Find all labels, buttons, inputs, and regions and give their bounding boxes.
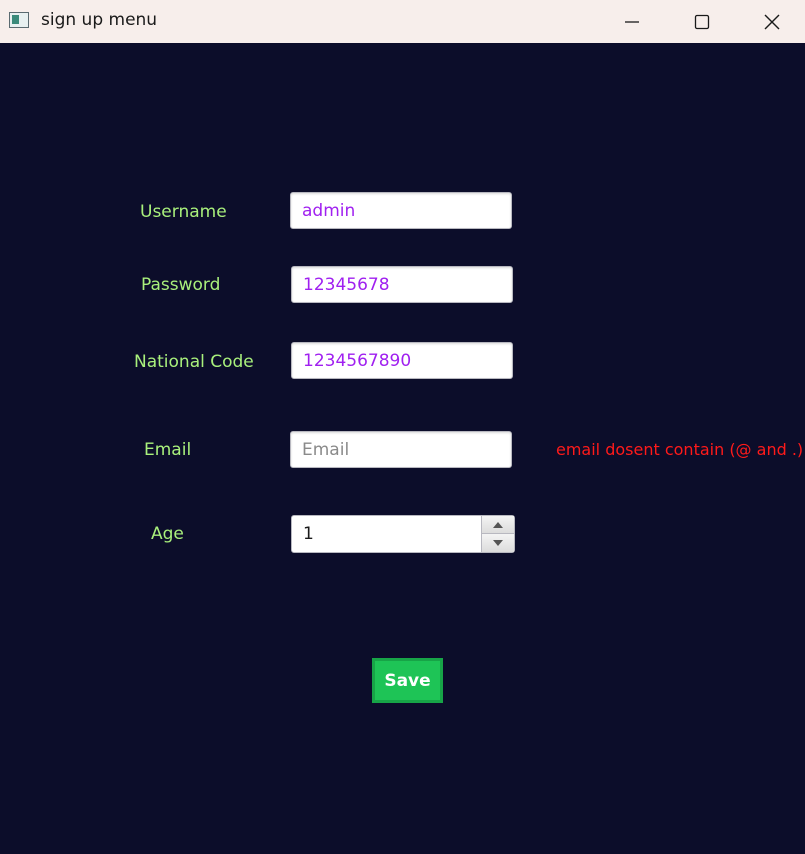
email-field[interactable] xyxy=(290,431,512,468)
username-label: Username xyxy=(140,202,227,222)
maximize-button[interactable] xyxy=(667,0,737,43)
national-code-field[interactable] xyxy=(291,342,513,379)
age-input[interactable] xyxy=(292,516,480,552)
window-title: sign up menu xyxy=(41,10,158,30)
title-bar: sign up menu xyxy=(0,0,805,43)
password-field[interactable] xyxy=(291,266,513,303)
email-label: Email xyxy=(144,440,192,460)
close-icon xyxy=(764,14,780,29)
national-code-label: National Code xyxy=(134,352,254,372)
age-spinner xyxy=(291,515,515,553)
age-increment-button[interactable] xyxy=(481,516,514,534)
arrow-up-icon xyxy=(493,521,503,528)
arrow-down-icon xyxy=(493,540,503,546)
password-label: Password xyxy=(141,275,221,295)
signup-window: sign up menu Username Password National … xyxy=(0,0,805,854)
email-error-message: email dosent contain (@ and .) xyxy=(556,440,804,459)
app-icon xyxy=(9,12,29,28)
age-decrement-button[interactable] xyxy=(481,534,514,552)
close-button[interactable] xyxy=(737,0,805,43)
username-field[interactable] xyxy=(290,192,512,229)
save-button[interactable]: Save xyxy=(372,658,443,703)
minimize-button[interactable] xyxy=(597,0,667,43)
age-label: Age xyxy=(151,524,184,544)
maximize-icon xyxy=(694,14,710,29)
minimize-icon xyxy=(625,20,639,23)
